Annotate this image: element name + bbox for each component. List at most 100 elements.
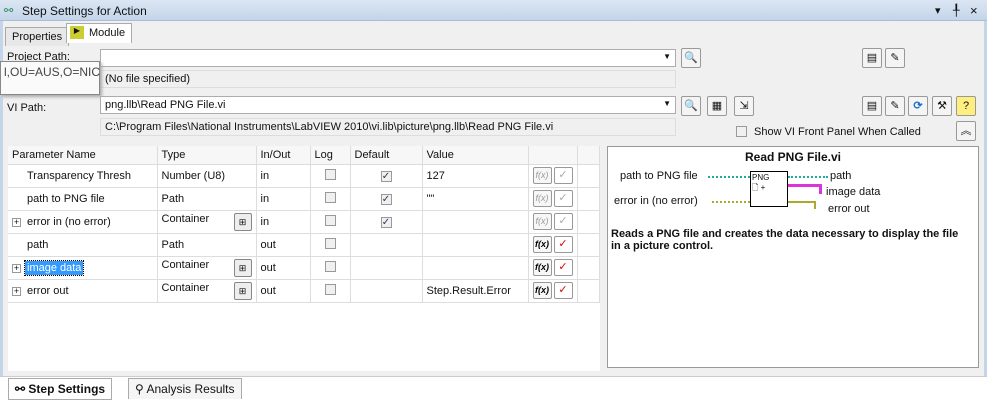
new-project-button[interactable]: ▤: [862, 48, 882, 68]
param-name-cell[interactable]: path: [8, 233, 158, 257]
type-cell[interactable]: Path: [157, 233, 257, 257]
tab-step-settings-label: Step Settings: [28, 382, 106, 396]
browse-vi-button[interactable]: 🔍: [681, 96, 701, 116]
param-name: path to PNG file: [27, 192, 105, 205]
wire-error-in: [712, 201, 750, 203]
table-row[interactable]: Transparency Thresh Number (U8) in ✓ 127…: [8, 164, 600, 188]
expand-icon[interactable]: +: [12, 263, 21, 273]
edit-project-button[interactable]: ✎: [885, 48, 905, 68]
vi-title: Read PNG File.vi: [744, 150, 842, 164]
table-row[interactable]: + image data Container ⊞ out f(x) ✓: [8, 256, 600, 280]
io-cell: in: [256, 187, 311, 211]
vi-path-input[interactable]: png.llb\Read PNG File.vi ▼: [100, 96, 676, 114]
expand-icon[interactable]: +: [12, 217, 21, 227]
param-name-cell[interactable]: + error in (no error): [8, 210, 158, 234]
help-icon[interactable]: ?: [956, 96, 976, 116]
expression-button[interactable]: f(x): [532, 190, 552, 207]
type-cell[interactable]: Container ⊞: [157, 210, 257, 234]
wire-path-in: [708, 176, 750, 178]
col-log[interactable]: Log: [310, 146, 351, 165]
dropdown-button[interactable]: ▾: [935, 4, 941, 17]
tab-module-label: Module: [89, 27, 126, 39]
table-row[interactable]: + error in (no error) Container ⊞ in ✓ f(x…: [8, 210, 600, 234]
type-cell[interactable]: Container ⊞: [157, 256, 257, 280]
expression-button[interactable]: f(x): [532, 236, 552, 253]
connector-input-path: path to PNG file: [620, 170, 698, 182]
tab-analysis-label: Analysis Results: [146, 382, 235, 396]
type-cell[interactable]: Path: [157, 187, 257, 211]
log-checkbox[interactable]: [324, 214, 336, 226]
tab-module[interactable]: ▶ Module: [66, 23, 133, 43]
log-checkbox[interactable]: [324, 237, 336, 249]
collapse-button[interactable]: ︽: [956, 121, 976, 141]
param-name-cell[interactable]: Transparency Thresh: [8, 164, 158, 188]
col-default[interactable]: Default: [350, 146, 423, 165]
log-checkbox[interactable]: [324, 191, 336, 203]
check-expression-button[interactable]: ✓: [553, 190, 573, 207]
wire-error-out: [788, 201, 816, 209]
show-front-panel-checkbox[interactable]: [736, 126, 747, 137]
expression-button[interactable]: f(x): [532, 167, 552, 184]
check-expression-button[interactable]: ✓: [553, 167, 573, 184]
col-type[interactable]: Type: [157, 146, 257, 165]
value-cell[interactable]: 127: [422, 164, 529, 188]
param-name: error out: [27, 284, 69, 297]
parameters-table: Parameter Name Type In/Out Log Default V…: [8, 146, 600, 371]
value-cell[interactable]: "": [422, 187, 529, 211]
microscope-icon: ⚲: [135, 382, 147, 396]
check-expression-button[interactable]: ✓: [553, 236, 573, 253]
tab-analysis-results[interactable]: ⚲ Analysis Results: [128, 378, 242, 399]
tab-properties[interactable]: Properties: [5, 27, 70, 46]
log-checkbox[interactable]: [324, 283, 336, 295]
value-cell[interactable]: Step.Result.Error: [422, 279, 529, 303]
check-expression-button[interactable]: ✓: [553, 213, 573, 230]
table-row[interactable]: path to PNG file Path in ✓ "" f(x) ✓: [8, 187, 600, 211]
expression-button[interactable]: f(x): [532, 213, 552, 230]
import-button[interactable]: ⇲: [734, 96, 754, 116]
tab-step-settings[interactable]: ⚯ Step Settings: [8, 378, 113, 400]
value-cell[interactable]: [422, 233, 529, 257]
default-checkbox[interactable]: ✓: [380, 193, 392, 205]
expand-icon[interactable]: +: [12, 286, 21, 296]
reload-prototype-button[interactable]: ▦: [707, 96, 727, 116]
type-cell[interactable]: Container ⊞: [157, 279, 257, 303]
new-vi-button[interactable]: ▤: [862, 96, 882, 116]
table-row[interactable]: path Path out f(x) ✓: [8, 233, 600, 257]
col-value[interactable]: Value: [422, 146, 529, 165]
project-path-input[interactable]: ▼: [100, 49, 676, 67]
vi-path-value: png.llb\Read PNG File.vi: [105, 99, 226, 111]
log-checkbox[interactable]: [324, 260, 336, 272]
connector-output-image: image data: [826, 186, 881, 198]
expression-button[interactable]: f(x): [532, 282, 552, 299]
default-checkbox[interactable]: ✓: [380, 170, 392, 182]
default-checkbox[interactable]: ✓: [380, 216, 392, 228]
param-type: Path: [161, 192, 185, 205]
pin-button[interactable]: ╀: [953, 4, 960, 17]
param-type: Container: [161, 258, 210, 271]
show-front-panel-label: Show VI Front Panel When Called: [754, 126, 921, 138]
tools-icon[interactable]: ⚒: [932, 96, 952, 116]
type-cell[interactable]: Number (U8): [157, 164, 257, 188]
col-in-out[interactable]: In/Out: [256, 146, 311, 165]
param-name-cell[interactable]: + error out: [8, 279, 158, 303]
title-bar: ⚯ Step Settings for Action ▾ ╀ ×: [0, 0, 987, 21]
value-cell[interactable]: [422, 256, 529, 280]
refresh-icon[interactable]: ⟳: [908, 96, 928, 116]
vi-full-path: C:\Program Files\National Instruments\La…: [100, 118, 676, 136]
param-name: error in (no error): [27, 215, 111, 228]
param-name-cell[interactable]: + image data: [8, 256, 158, 280]
log-checkbox[interactable]: [324, 168, 336, 180]
param-name-cell[interactable]: path to PNG file: [8, 187, 158, 211]
edit-vi-button[interactable]: ✎: [885, 96, 905, 116]
tree-view-icon[interactable]: ⊞: [233, 212, 252, 231]
value-cell[interactable]: [422, 210, 529, 234]
browse-project-button[interactable]: 🔍: [681, 48, 701, 68]
tree-view-icon[interactable]: ⊞: [233, 281, 252, 300]
close-button[interactable]: ×: [970, 3, 978, 18]
table-row[interactable]: + error out Container ⊞ out Step.Result.Er…: [8, 279, 600, 303]
col-parameter-name[interactable]: Parameter Name: [8, 146, 158, 165]
check-expression-button[interactable]: ✓: [553, 282, 573, 299]
check-expression-button[interactable]: ✓: [553, 259, 573, 276]
expression-button[interactable]: f(x): [532, 259, 552, 276]
tree-view-icon[interactable]: ⊞: [233, 258, 252, 277]
